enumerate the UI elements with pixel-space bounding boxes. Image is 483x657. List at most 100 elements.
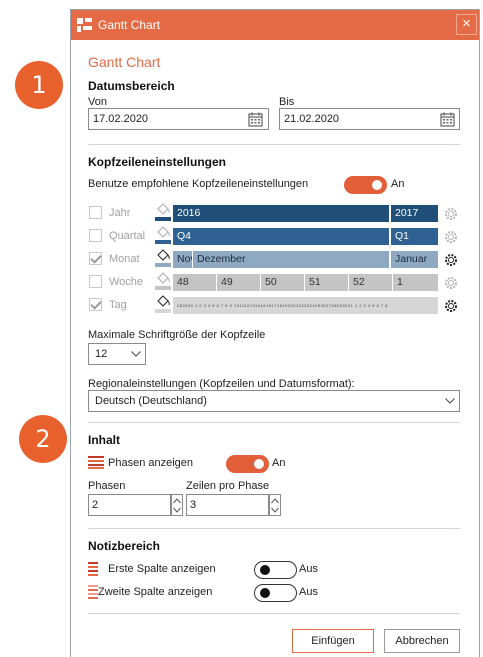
separator — [88, 422, 460, 423]
quartal-label: Quartal — [109, 230, 146, 242]
separator — [88, 528, 460, 529]
phasen-count-label: Phasen — [88, 480, 126, 492]
quartal-fill-color-icon[interactable] — [155, 226, 171, 244]
stepper-down-icon[interactable] — [271, 507, 279, 513]
first-column-toggle[interactable] — [254, 561, 297, 579]
quartal-gear-icon[interactable] — [443, 229, 459, 245]
von-date-value: 17.02.2020 — [93, 113, 149, 125]
monat-checkbox[interactable] — [89, 252, 102, 265]
first-column-label: Erste Spalte anzeigen — [108, 563, 216, 575]
toggle-knob — [254, 459, 264, 469]
regional-label: Regionaleinstellungen (Kopfzeilen und Da… — [88, 378, 355, 390]
monat-cell: Nov — [173, 251, 192, 268]
quartal-cell: Q1 — [391, 228, 438, 245]
separator — [88, 144, 460, 145]
phasen-label: Phasen anzeigen — [108, 457, 194, 469]
bis-date-value: 21.02.2020 — [284, 113, 340, 125]
monat-cell: Dezember — [193, 251, 389, 268]
zeilen-label: Zeilen pro Phase — [186, 480, 270, 492]
jahr-cell: 2017 — [391, 205, 438, 222]
close-button[interactable]: × — [456, 14, 477, 35]
tag-checkbox[interactable] — [89, 298, 102, 311]
phasen-icon — [88, 456, 104, 469]
woche-cell: 49 — [217, 274, 260, 291]
zeilen-stepper[interactable] — [269, 494, 281, 516]
regional-value: Deutsch (Deutschland) — [95, 395, 207, 407]
jahr-label: Jahr — [109, 207, 131, 219]
jahr-gear-icon[interactable] — [443, 206, 459, 222]
zeilen-input[interactable]: 3 — [186, 494, 269, 516]
kopfzeilen-heading: Kopfzeileneinstellungen — [88, 155, 227, 169]
window-title: Gantt Chart — [98, 18, 161, 32]
recommended-header-state: An — [391, 178, 405, 190]
phasen-state: An — [272, 457, 286, 469]
phasen-count-value: 2 — [92, 499, 99, 511]
tag-cells: 282930 1 2 3 4 5 6 7 8 9 101112131415161… — [173, 297, 438, 314]
phasen-toggle[interactable] — [226, 455, 269, 473]
notiz-heading: Notizbereich — [88, 539, 161, 553]
bis-date-field[interactable]: 21.02.2020 — [279, 108, 460, 130]
inhalt-heading: Inhalt — [88, 433, 120, 447]
gantt-chart-dialog: Gantt Chart × Gantt Chart Datumsbereich … — [70, 9, 480, 657]
woche-cell: 50 — [261, 274, 304, 291]
second-column-label: Zweite Spalte anzeigen — [98, 586, 213, 598]
phasen-count-input[interactable]: 2 — [88, 494, 171, 516]
first-column-state: Aus — [299, 563, 318, 575]
monat-gear-icon[interactable] — [443, 252, 459, 268]
font-size-value: 12 — [95, 348, 108, 360]
second-column-icon — [88, 585, 98, 599]
bis-calendar-icon[interactable] — [440, 112, 455, 127]
von-calendar-icon[interactable] — [248, 112, 263, 127]
callout-2: 2 — [19, 415, 67, 463]
recommended-header-label: Benutze empfohlene Kopfzeileneinstellung… — [88, 178, 309, 190]
von-label: Von — [88, 96, 107, 108]
monat-label: Monat — [109, 253, 140, 265]
title-bar: Gantt Chart × — [71, 10, 479, 40]
stepper-up-icon[interactable] — [271, 498, 279, 504]
toggle-knob — [372, 180, 382, 190]
bis-label: Bis — [279, 96, 295, 108]
woche-cell: 52 — [349, 274, 392, 291]
recommended-header-toggle[interactable] — [344, 176, 387, 194]
woche-label: Woche — [109, 276, 144, 288]
datumsbereich-heading: Datumsbereich — [88, 79, 175, 93]
insert-button[interactable]: Einfügen — [292, 629, 374, 653]
jahr-checkbox[interactable] — [89, 206, 102, 219]
phasen-count-stepper[interactable] — [171, 494, 183, 516]
font-size-label: Maximale Schriftgröße der Kopfzeile — [88, 329, 266, 341]
callout-2-number: 2 — [35, 425, 51, 453]
callout-1-number: 1 — [31, 71, 47, 99]
second-column-toggle[interactable] — [254, 584, 297, 602]
quartal-checkbox[interactable] — [89, 229, 102, 242]
tag-label: Tag — [109, 299, 127, 311]
separator — [88, 613, 460, 614]
woche-cell: 51 — [305, 274, 348, 291]
second-column-state: Aus — [299, 586, 318, 598]
monat-cell: Januar — [391, 251, 438, 268]
jahr-cell: 2016 — [173, 205, 389, 222]
woche-fill-color-icon[interactable] — [155, 272, 171, 290]
callout-1: 1 — [15, 61, 63, 109]
toggle-knob — [260, 588, 270, 598]
zeilen-value: 3 — [190, 499, 197, 511]
quartal-cell: Q4 — [173, 228, 389, 245]
tag-fill-color-icon[interactable] — [155, 295, 171, 313]
tag-gear-icon[interactable] — [443, 298, 459, 314]
font-size-chevron-down-icon — [131, 351, 141, 357]
regional-chevron-down-icon — [445, 398, 455, 404]
first-column-icon — [88, 562, 98, 576]
jahr-fill-color-icon[interactable] — [155, 203, 171, 221]
woche-cell: 48 — [173, 274, 216, 291]
von-date-field[interactable]: 17.02.2020 — [88, 108, 269, 130]
toggle-knob — [260, 565, 270, 575]
stepper-down-icon[interactable] — [173, 507, 181, 513]
monat-fill-color-icon[interactable] — [155, 249, 171, 267]
woche-cell: 1 — [393, 274, 438, 291]
woche-checkbox[interactable] — [89, 275, 102, 288]
cancel-button[interactable]: Abbrechen — [384, 629, 460, 653]
regional-select[interactable]: Deutsch (Deutschland) — [88, 390, 460, 412]
stepper-up-icon[interactable] — [173, 498, 181, 504]
section-title: Gantt Chart — [88, 54, 161, 70]
app-icon — [77, 18, 92, 32]
woche-gear-icon[interactable] — [443, 275, 459, 291]
